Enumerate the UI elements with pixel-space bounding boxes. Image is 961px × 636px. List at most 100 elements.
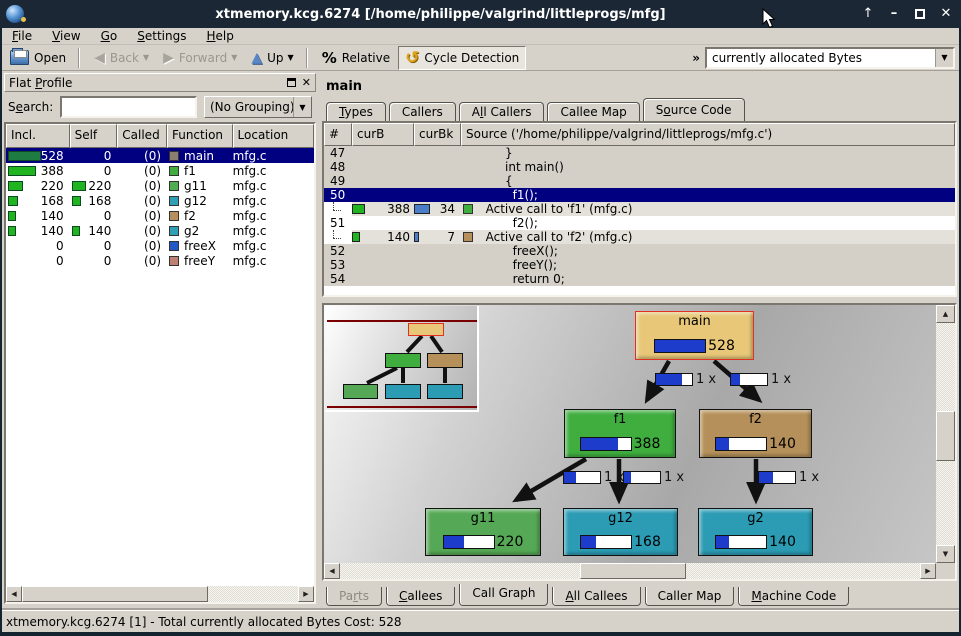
incl-bar [8,166,36,176]
node-label: g2 [747,511,764,526]
function-type-icon [169,226,179,236]
column-header-location[interactable]: Location [233,124,314,148]
menu-go[interactable]: Go [91,28,128,44]
grouping-select[interactable]: (No Grouping) ▼ [204,96,312,118]
menu-settings[interactable]: Settings [127,28,196,44]
graph-node-f1[interactable]: f1388 [564,409,676,458]
call-target-icon [463,204,473,214]
maximize-button[interactable] [909,5,931,23]
scroll-right-icon[interactable]: ▶ [920,563,936,579]
tab-callee-map[interactable]: Callee Map [547,102,639,121]
tab-call-graph[interactable]: Call Graph [459,584,548,606]
table-row-freeX[interactable]: 00(0)freeXmfg.c [6,238,314,253]
edge-label-main-f2: 1 x [730,372,791,387]
tab-machine-code[interactable]: Machine Code [738,587,849,606]
graph-node-f2[interactable]: f2140 [699,409,812,458]
graph-node-g2[interactable]: g2140 [698,508,813,556]
open-button[interactable]: Open [4,46,72,70]
source-line-row[interactable]: 53 freeY(); [324,258,955,272]
function-type-icon [169,211,179,221]
source-code-text: { [461,174,955,188]
flat-profile-hscrollbar[interactable]: ◀ ▶ [6,586,314,602]
minimize-button[interactable]: – [883,5,905,23]
back-button[interactable]: ◀ Back ▼ [88,46,155,70]
percent-icon: % [322,49,337,67]
column-header-num[interactable]: # [324,123,352,146]
source-line-row[interactable]: 52 freeX(); [324,244,955,258]
dock-title: Flat Profile [9,76,72,90]
source-line-row[interactable]: 54 return 0; [324,272,955,286]
toolbar-separator [306,48,308,68]
table-row-g2[interactable]: 140140(0)g2mfg.c [6,223,314,238]
scroll-right-icon[interactable]: ▶ [298,586,314,602]
event-type-dropdown-button[interactable]: ▼ [935,49,953,67]
column-header-function[interactable]: Function [167,124,233,148]
call-graph-view: main528f1388f2140g11220g12168g21401 x1 x… [322,303,957,581]
function-type-icon [169,256,179,266]
graph-overview-minimap[interactable] [325,306,479,412]
graph-node-g11[interactable]: g11220 [425,508,541,556]
dock-float-icon[interactable] [287,78,296,87]
tab-callees[interactable]: Callees [386,587,455,606]
source-line-row[interactable]: 48int main() [324,160,955,174]
line-number: 53 [324,258,352,272]
self-bar [72,226,80,236]
node-label: g11 [471,511,496,526]
column-header-curbk[interactable]: curBk [414,123,461,146]
source-line-row[interactable]: 47} [324,146,955,160]
menu-view[interactable]: View [42,28,90,44]
relative-toggle-button[interactable]: % Relative [316,46,396,70]
tab-all-callees[interactable]: All Callees [552,587,640,606]
back-dropdown-icon: ▼ [143,53,149,62]
flat-profile-header: Incl.SelfCalledFunctionLocation [6,124,314,148]
scroll-thumb[interactable] [580,563,686,579]
edge-cost-bar [758,471,796,484]
tab-types[interactable]: Types [326,102,386,121]
scroll-down-icon[interactable]: ▼ [936,545,955,563]
source-line-row[interactable]: 50 f1(); [324,188,955,202]
table-row-g12[interactable]: 168168(0)g12mfg.c [6,193,314,208]
table-row-f1[interactable]: 3880(0)f1mfg.c [6,163,314,178]
table-row-f2[interactable]: 1400(0)f2mfg.c [6,208,314,223]
close-button[interactable]: ✕ [935,5,957,23]
table-row-g11[interactable]: 220220(0)g11mfg.c [6,178,314,193]
table-row-main[interactable]: 5280(0)mainmfg.c [6,148,314,163]
graph-node-g12[interactable]: g12168 [563,508,678,556]
search-input[interactable] [60,96,197,118]
up-button[interactable]: ▲ Up ▼ [245,46,299,70]
column-header-source[interactable]: Source ('/home/philippe/valgrind/littlep… [461,123,955,146]
source-line-row[interactable]: 51 f2(); [324,216,955,230]
grouping-dropdown-button[interactable]: ▼ [293,97,311,117]
column-header-incl[interactable]: Incl. [6,124,70,148]
scroll-left-icon[interactable]: ◀ [324,563,340,579]
scroll-left-icon[interactable]: ◀ [6,586,22,602]
graph-node-main[interactable]: main528 [635,311,754,360]
cycle-detection-toggle-button[interactable]: ↺ Cycle Detection [398,46,526,70]
scroll-thumb[interactable] [22,586,208,602]
call-graph-canvas[interactable]: main528f1388f2140g11220g12168g21401 x1 x… [324,305,936,563]
chevron-down-icon: ▼ [299,103,305,112]
tab-all-callers[interactable]: All Callers [459,102,545,121]
event-type-select[interactable]: currently allocated Bytes ▼ [705,47,955,69]
column-header-called[interactable]: Called [117,124,167,148]
toolbar-overflow-button[interactable]: » [687,51,705,65]
tab-source-code[interactable]: Source Code [643,98,745,121]
table-row-freeY[interactable]: 00(0)freeYmfg.c [6,253,314,268]
column-header-self[interactable]: Self [70,124,118,148]
column-header-curb[interactable]: curB [352,123,414,146]
scroll-thumb[interactable] [936,411,955,461]
source-call-row[interactable]: 1407 Active call to 'f2' (mfg.c) [324,230,955,244]
dock-close-icon[interactable]: ✕ [302,77,311,88]
menu-help[interactable]: Help [196,28,243,44]
menu-file[interactable]: File [2,28,42,44]
tab-callers[interactable]: Callers [389,102,456,121]
source-call-row[interactable]: 38834 Active call to 'f1' (mfg.c) [324,202,955,216]
source-code-text: f2(); [461,216,955,230]
node-cost-bar [715,437,767,451]
tab-caller-map[interactable]: Caller Map [645,587,735,606]
source-line-row[interactable]: 49{ [324,174,955,188]
scroll-up-icon[interactable]: ▲ [936,305,955,323]
forward-button[interactable]: ▶ Forward ▼ [157,46,243,70]
function-type-icon [169,241,179,251]
shade-button[interactable]: ↑ [857,5,879,23]
